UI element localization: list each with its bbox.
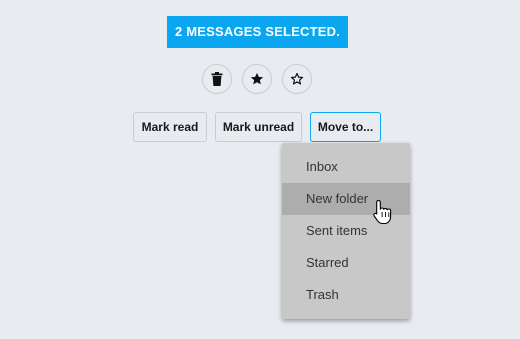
- mark-read-button[interactable]: Mark read: [133, 112, 207, 142]
- move-to-button[interactable]: Move to...: [310, 112, 381, 142]
- app-stage: 2 MESSAGES SELECTED. Mark read Mark unre…: [0, 0, 520, 339]
- delete-button[interactable]: [202, 64, 232, 94]
- menu-item-trash[interactable]: Trash: [282, 279, 410, 311]
- star-button[interactable]: [242, 64, 272, 94]
- menu-item-inbox[interactable]: Inbox: [282, 151, 410, 183]
- menu-item-starred[interactable]: Starred: [282, 247, 410, 279]
- move-to-menu: Inbox New folder Sent items Starred Tras…: [282, 143, 410, 319]
- selection-banner: 2 MESSAGES SELECTED.: [167, 16, 348, 48]
- unstar-button[interactable]: [282, 64, 312, 94]
- menu-item-new-folder[interactable]: New folder: [282, 183, 410, 215]
- mark-unread-button[interactable]: Mark unread: [215, 112, 302, 142]
- menu-item-sent-items[interactable]: Sent items: [282, 215, 410, 247]
- star-outline-icon: [290, 72, 304, 86]
- star-filled-icon: [250, 72, 264, 86]
- trash-icon: [211, 72, 223, 86]
